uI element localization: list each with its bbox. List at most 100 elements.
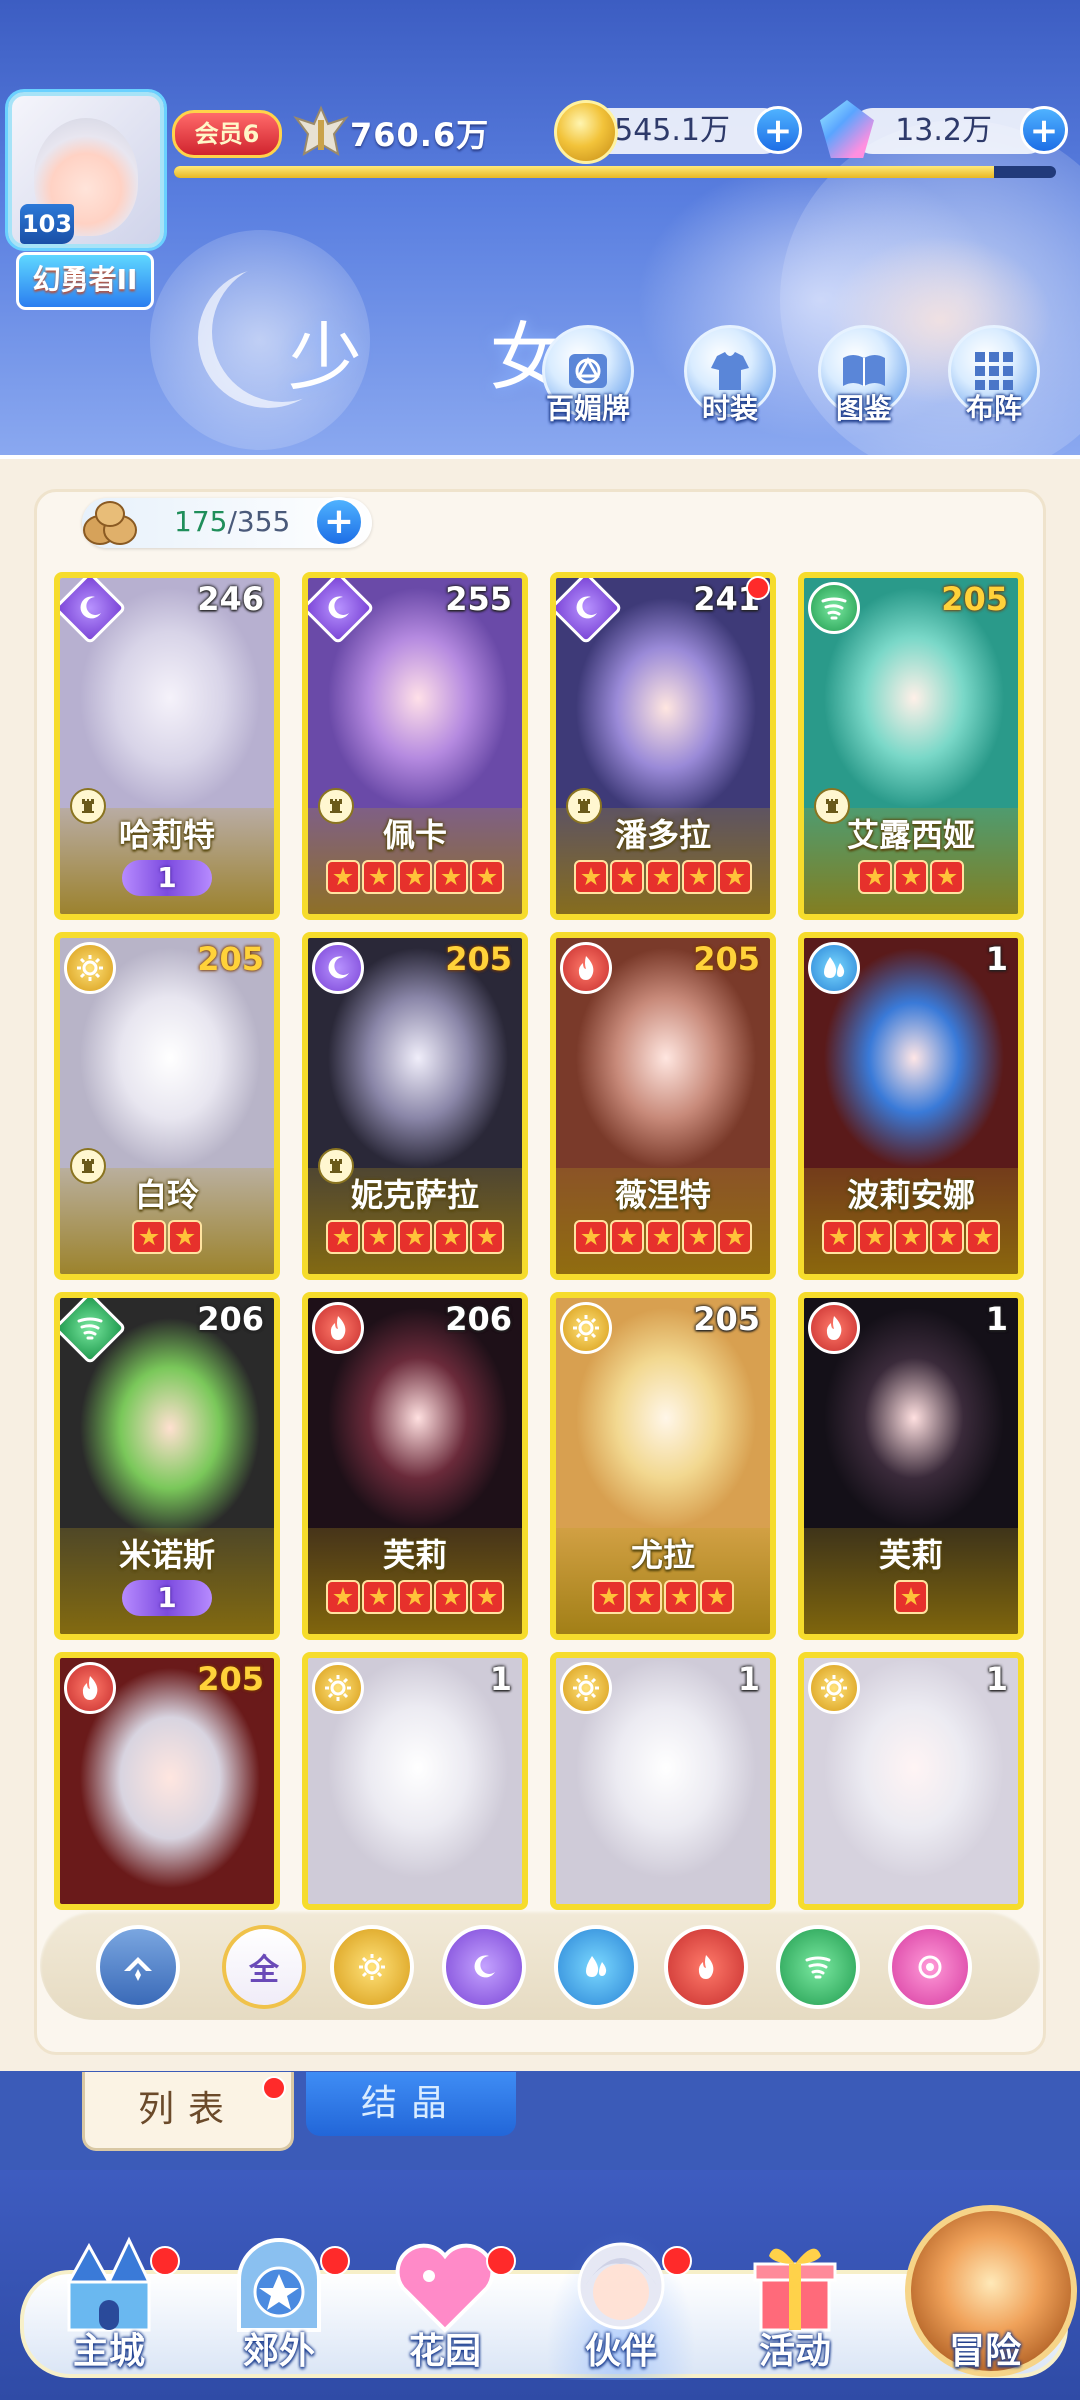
nav-label: 活动 bbox=[758, 2331, 831, 2372]
partner-level: 1 bbox=[985, 1660, 1008, 1698]
add-gem-button[interactable]: + bbox=[1020, 106, 1068, 154]
partner-name: 佩卡 bbox=[382, 816, 447, 854]
partner-card[interactable]: 205 白玲 bbox=[54, 932, 280, 1280]
filter-moon-button[interactable] bbox=[442, 1925, 526, 2009]
moon-element-icon bbox=[469, 1952, 499, 1982]
vip-badge[interactable]: 会员6 bbox=[172, 110, 282, 158]
partner-card[interactable]: 205 妮克萨拉 bbox=[302, 932, 528, 1280]
nav-red-dot bbox=[320, 2246, 350, 2276]
filter-all-label: 全 bbox=[249, 1953, 279, 1988]
filter-fire-button[interactable] bbox=[664, 1925, 748, 2009]
nav-label: 伙伴 bbox=[584, 2331, 657, 2372]
player-avatar[interactable]: 103 bbox=[8, 92, 164, 248]
star-icon bbox=[470, 1580, 504, 1614]
sun-element-icon bbox=[357, 1952, 387, 1982]
star-icon bbox=[610, 860, 644, 894]
power-wings-icon bbox=[290, 100, 352, 162]
filter-water-button[interactable] bbox=[554, 1925, 638, 2009]
star-icon bbox=[894, 1220, 928, 1254]
top-menu-cards[interactable]: 百媚牌 bbox=[536, 325, 640, 435]
top-menu-codex[interactable]: 图鉴 bbox=[812, 325, 916, 435]
partner-star-rating bbox=[308, 860, 522, 894]
nav-item-gift[interactable]: 活动 bbox=[720, 2230, 870, 2380]
filter-sun-button[interactable] bbox=[330, 1925, 414, 2009]
filter-wind-button[interactable] bbox=[776, 1925, 860, 2009]
partner-name: 波莉安娜 bbox=[846, 1176, 975, 1214]
fire-element-icon bbox=[64, 1662, 116, 1714]
top-menu-outfit[interactable]: 时装 bbox=[678, 325, 782, 435]
star-icon bbox=[470, 1220, 504, 1254]
nav-red-dot bbox=[486, 2246, 516, 2276]
star-icon bbox=[664, 1580, 698, 1614]
star-icon bbox=[646, 860, 680, 894]
partner-name: 白玲 bbox=[134, 1176, 199, 1214]
partner-card[interactable]: 255 佩卡 bbox=[302, 572, 528, 920]
partner-card[interactable]: 205 薇涅特 bbox=[550, 932, 776, 1280]
partner-name: 潘多拉 bbox=[614, 816, 711, 854]
partner-card[interactable]: 1 芙莉 bbox=[798, 1292, 1024, 1640]
gold-coin-icon bbox=[554, 100, 618, 164]
class-element-icon bbox=[120, 1949, 156, 1985]
partner-level: 1 bbox=[737, 1660, 760, 1698]
partner-name: 芙莉 bbox=[878, 1536, 943, 1574]
star-icon bbox=[930, 860, 964, 894]
wind-element-icon bbox=[808, 582, 860, 634]
experience-bar-fill bbox=[174, 166, 995, 178]
partner-card[interactable]: 1 bbox=[302, 1652, 528, 1910]
star-icon bbox=[362, 1580, 396, 1614]
star-icon bbox=[362, 1220, 396, 1254]
add-gold-button[interactable]: + bbox=[754, 106, 802, 154]
awaken-badge: 1 bbox=[122, 1580, 212, 1616]
partner-card[interactable]: 1 bbox=[798, 1652, 1024, 1910]
partner-level: 1 bbox=[985, 940, 1008, 978]
partner-level: 255 bbox=[445, 580, 512, 618]
nav-label: 郊外 bbox=[242, 2331, 315, 2372]
star-icon bbox=[326, 1220, 360, 1254]
star-icon bbox=[398, 1220, 432, 1254]
partner-card[interactable]: 241 潘多拉 bbox=[550, 572, 776, 920]
fire-element-icon bbox=[808, 1302, 860, 1354]
filter-class-button[interactable] bbox=[96, 1925, 180, 2009]
partner-card[interactable]: 205 bbox=[54, 1652, 280, 1910]
partner-card[interactable]: 1 波莉安娜 bbox=[798, 932, 1024, 1280]
expand-collection-button[interactable]: + bbox=[314, 497, 364, 547]
star-icon bbox=[574, 1220, 608, 1254]
partner-name: 芙莉 bbox=[382, 1536, 447, 1574]
star-icon bbox=[718, 860, 752, 894]
nav-label: 主城 bbox=[72, 2331, 145, 2372]
star-icon bbox=[434, 1580, 468, 1614]
partner-card[interactable]: 206 芙莉 bbox=[302, 1292, 528, 1640]
partner-card[interactable]: 206 米诺斯 1 bbox=[54, 1292, 280, 1640]
partner-name: 薇涅特 bbox=[614, 1176, 711, 1214]
tab-crystal[interactable]: 结晶 bbox=[306, 2072, 516, 2136]
partner-level: 205 bbox=[693, 1300, 760, 1338]
top-menu-formation[interactable]: 布阵 bbox=[942, 325, 1046, 435]
partner-level: 1 bbox=[489, 1660, 512, 1698]
top-menu-formation-label: 布阵 bbox=[965, 392, 1022, 425]
filter-all-button[interactable]: 全 bbox=[222, 1925, 306, 2009]
tab-list-red-dot bbox=[262, 2076, 286, 2100]
star-icon bbox=[434, 860, 468, 894]
star-icon bbox=[682, 860, 716, 894]
star-icon bbox=[434, 1220, 468, 1254]
partner-card[interactable]: 205 艾露西娅 bbox=[798, 572, 1024, 920]
partner-card[interactable]: 205 尤拉 bbox=[550, 1292, 776, 1640]
collection-bag-icon bbox=[78, 490, 142, 554]
collection-total: /355 bbox=[227, 505, 291, 538]
player-title-badge[interactable]: 幻勇者II bbox=[16, 252, 154, 310]
collection-current: 175 bbox=[174, 505, 228, 538]
partner-star-rating: 1 bbox=[60, 1580, 274, 1616]
partner-card[interactable]: 1 bbox=[550, 1652, 776, 1910]
sun-element-icon bbox=[560, 1662, 612, 1714]
partner-card[interactable]: 246 哈莉特 1 bbox=[54, 572, 280, 920]
partner-star-rating: 1 bbox=[60, 860, 274, 896]
filter-pink-button[interactable] bbox=[888, 1925, 972, 2009]
partner-level: 205 bbox=[197, 940, 264, 978]
partner-star-rating bbox=[60, 1220, 274, 1254]
partner-star-rating bbox=[556, 1580, 770, 1614]
star-icon bbox=[700, 1580, 734, 1614]
star-icon bbox=[132, 1220, 166, 1254]
awaken-badge: 1 bbox=[122, 860, 212, 896]
sun-element-icon bbox=[560, 1302, 612, 1354]
sun-element-icon bbox=[808, 1662, 860, 1714]
